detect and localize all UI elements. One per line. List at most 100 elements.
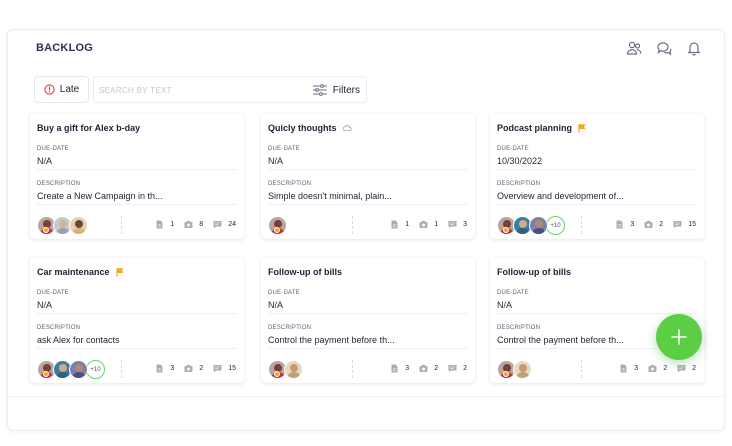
due-date-value: N/A bbox=[268, 300, 284, 310]
description-label: DESCRIPTION bbox=[497, 181, 541, 187]
comment-icon bbox=[673, 220, 682, 229]
late-filter-label: Late bbox=[59, 84, 80, 95]
users-icon[interactable] bbox=[626, 40, 642, 56]
card-counters: 3 2 2 bbox=[619, 364, 696, 373]
card-title-text: Quicly thoughts bbox=[268, 123, 337, 133]
due-date-label: DUE-DATE bbox=[37, 146, 69, 152]
divider bbox=[497, 313, 697, 314]
card-title-text: Buy a gift for Alex b-day bbox=[37, 123, 141, 133]
divider bbox=[37, 204, 237, 205]
description-label: DESCRIPTION bbox=[268, 181, 312, 187]
images-count-value: 2 bbox=[199, 365, 204, 372]
avatar[interactable] bbox=[69, 360, 88, 379]
status-dot bbox=[43, 371, 49, 377]
camera-icon bbox=[419, 220, 428, 229]
comments-count: 3 bbox=[448, 220, 467, 229]
images-count: 2 bbox=[644, 220, 663, 229]
files-count-value: 3 bbox=[634, 365, 639, 372]
task-card[interactable]: Car maintenance DUE-DATE N/A DESCRIPTION… bbox=[30, 257, 244, 383]
file-icon bbox=[390, 364, 399, 373]
avatar[interactable] bbox=[284, 360, 303, 379]
divider bbox=[268, 348, 468, 349]
divider bbox=[497, 204, 697, 205]
divider bbox=[121, 216, 122, 234]
camera-icon bbox=[419, 364, 428, 373]
add-task-button[interactable] bbox=[656, 314, 702, 360]
card-counters: 1 1 3 bbox=[390, 220, 467, 229]
files-count: 3 bbox=[615, 220, 634, 229]
task-card[interactable]: Buy a gift for Alex b-day DUE-DATE N/A D… bbox=[30, 113, 244, 239]
card-title-text: Follow-up of bills bbox=[497, 267, 571, 277]
flag-icon bbox=[577, 123, 587, 133]
assignees bbox=[497, 360, 532, 379]
images-count: 1 bbox=[419, 220, 438, 229]
page-title: BACKLOG bbox=[36, 42, 94, 54]
description-label: DESCRIPTION bbox=[37, 181, 81, 187]
description-value: ask Alex for contacts bbox=[37, 335, 120, 345]
card-title: Buy a gift for Alex b-day bbox=[37, 123, 140, 133]
comments-count: 24 bbox=[213, 220, 236, 229]
comment-icon bbox=[448, 220, 457, 229]
avatar[interactable] bbox=[513, 360, 532, 379]
card-title-text: Podcast planning bbox=[497, 123, 573, 133]
late-filter-button[interactable]: Late bbox=[34, 76, 89, 103]
comments-count-value: 15 bbox=[228, 365, 236, 372]
chat-icon[interactable] bbox=[656, 40, 672, 56]
images-count-value: 2 bbox=[434, 365, 439, 372]
search-input[interactable] bbox=[99, 81, 299, 99]
file-icon bbox=[390, 220, 399, 229]
camera-icon bbox=[184, 364, 193, 373]
search-box: Filters bbox=[93, 76, 367, 103]
card-counters: 3 2 15 bbox=[615, 220, 696, 229]
filters-label: Filters bbox=[332, 84, 360, 96]
images-count-value: 8 bbox=[199, 221, 204, 228]
images-count: 2 bbox=[184, 364, 203, 373]
files-count: 3 bbox=[155, 364, 174, 373]
due-date-value: N/A bbox=[37, 156, 53, 166]
divider bbox=[37, 348, 237, 349]
description-value: Overview and development of... bbox=[497, 191, 624, 201]
bell-icon[interactable] bbox=[686, 40, 702, 56]
avatar[interactable] bbox=[529, 216, 548, 235]
files-count-value: 1 bbox=[405, 221, 410, 228]
card-title: Quicly thoughts bbox=[268, 123, 352, 133]
task-card[interactable]: Podcast planning DUE-DATE 10/30/2022 DES… bbox=[490, 113, 704, 239]
files-count: 1 bbox=[390, 220, 409, 229]
images-count-value: 1 bbox=[434, 221, 439, 228]
status-dot bbox=[43, 227, 49, 233]
comments-count: 15 bbox=[673, 220, 696, 229]
divider bbox=[37, 169, 237, 170]
assignees bbox=[268, 360, 303, 379]
card-title: Podcast planning bbox=[497, 123, 587, 133]
more-assignees-badge[interactable]: +10 bbox=[86, 360, 105, 379]
status-dot bbox=[274, 371, 280, 377]
comments-count: 2 bbox=[448, 364, 467, 373]
divider bbox=[497, 169, 697, 170]
files-count-value: 1 bbox=[170, 221, 175, 228]
due-date-label: DUE-DATE bbox=[268, 290, 300, 296]
task-card[interactable]: Quicly thoughts DUE-DATE N/A DESCRIPTION… bbox=[261, 113, 475, 239]
comments-count-value: 2 bbox=[692, 365, 696, 372]
comments-count-value: 24 bbox=[228, 221, 236, 228]
status-dot bbox=[503, 227, 509, 233]
status-dot bbox=[274, 227, 280, 233]
comments-count-value: 15 bbox=[688, 221, 696, 228]
divider bbox=[581, 216, 582, 234]
divider bbox=[352, 360, 353, 378]
files-count-value: 3 bbox=[405, 365, 410, 372]
more-assignees-badge[interactable]: +10 bbox=[546, 216, 565, 235]
file-icon bbox=[155, 364, 164, 373]
avatar[interactable] bbox=[69, 216, 88, 235]
description-value: Simple doesn't minimal, plain... bbox=[268, 191, 392, 201]
divider bbox=[8, 396, 724, 397]
images-count: 2 bbox=[419, 364, 438, 373]
filters-button[interactable]: Filters bbox=[312, 82, 360, 98]
due-date-label: DUE-DATE bbox=[497, 146, 529, 152]
clock-alert-icon bbox=[44, 84, 55, 95]
camera-icon bbox=[648, 364, 657, 373]
task-card[interactable]: Follow-up of bills DUE-DATE N/A DESCRIPT… bbox=[261, 257, 475, 383]
description-label: DESCRIPTION bbox=[497, 325, 541, 331]
divider bbox=[268, 169, 468, 170]
due-date-value: N/A bbox=[497, 300, 513, 310]
file-icon bbox=[619, 364, 628, 373]
